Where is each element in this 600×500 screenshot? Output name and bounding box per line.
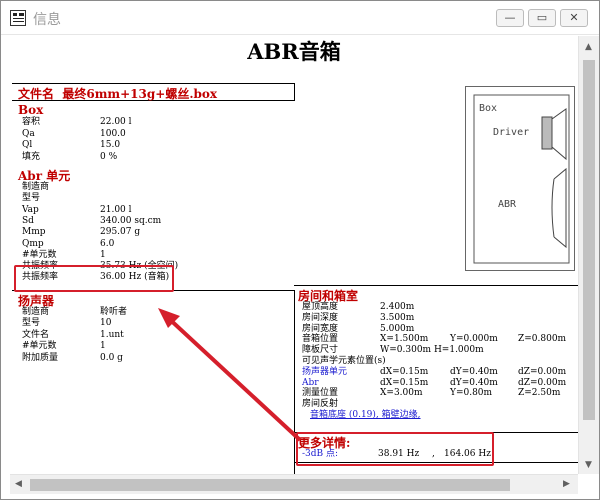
room-reflection-detail: 音箱底座 (0.19), 箱壁边缘, <box>310 410 421 420</box>
room-row-label: 房间宽度 <box>302 323 339 334</box>
cabinet-diagram: Box Driver ABR <box>465 86 575 271</box>
title-bar[interactable]: 信息 — ▭ ✕ <box>1 1 599 35</box>
abr-label: Mmp <box>22 227 46 238</box>
abr-value: 1 <box>100 249 106 260</box>
app-icon <box>10 10 26 26</box>
box-label: 容积 <box>22 117 41 127</box>
vertical-scrollbar[interactable]: ▲ ▼ <box>578 36 599 474</box>
document-canvas: ABR音箱 文件名 最终6mm+13g+螺丝.box Box 容积 22.00 l… <box>10 36 578 474</box>
room-row-label: 音箱位置 <box>302 334 339 345</box>
room-row-label: 屋顶高度 <box>302 302 339 312</box>
diagram-abr-label: ABR <box>498 199 517 210</box>
room-row-c1: W=0.300m H=1.000m <box>380 345 484 356</box>
info-window: 信息 — ▭ ✕ ABR音箱 文件名 最终6mm+13g+螺丝.box Box … <box>0 0 600 500</box>
visible-elements-label: 可见声学元素位置(s) <box>302 356 386 366</box>
box-label: Qa <box>22 128 35 139</box>
room-row-c1: X=1.500m <box>380 334 429 345</box>
speaker-label: 制造商 <box>22 307 50 317</box>
speaker-value: 聆听者 <box>100 307 128 317</box>
details-highlight-box <box>296 432 494 466</box>
diagram-driver-label: Driver <box>493 127 530 138</box>
abr-value: 6.0 <box>100 238 115 249</box>
abr-label: Sd <box>22 215 34 226</box>
scroll-left-icon[interactable]: ◀ <box>15 479 22 489</box>
rule-room <box>294 285 578 286</box>
abr-label: #单元数 <box>22 249 57 260</box>
window-title: 信息 <box>33 12 61 28</box>
abr-label: Qmp <box>22 238 44 249</box>
diagram-box-label: Box <box>479 103 498 114</box>
room-row-c1: 2.400m <box>380 302 415 312</box>
box-label: Ql <box>22 140 33 151</box>
element-row-c2: dY=0.40m <box>450 377 498 388</box>
room-row-c2: Y=0.000m <box>450 334 498 345</box>
speaker-label: 文件名 <box>22 329 50 340</box>
element-row-c2: dY=0.40m <box>450 366 498 377</box>
scroll-down-icon[interactable]: ▼ <box>585 460 592 470</box>
element-row-c3: dZ=0.00m <box>518 366 567 377</box>
mic-position-row-c2: Y=0.80m <box>450 388 493 399</box>
rule-file-right <box>294 83 295 101</box>
mic-position-row-label: 测量位置 <box>302 388 339 399</box>
horizontal-scroll-thumb[interactable] <box>30 479 510 491</box>
maximize-button[interactable]: ▭ <box>528 9 556 27</box>
room-row-label: 障板尺寸 <box>302 345 339 356</box>
abr-value: 21.00 l <box>100 204 132 215</box>
file-name-value: 最终6mm+13g+螺丝.box <box>62 87 218 101</box>
box-label: 填充 <box>22 151 41 162</box>
element-row-c3: dZ=0.00m <box>518 377 567 388</box>
speaker-value: 1 <box>100 341 106 352</box>
box-value: 22.00 l <box>100 117 132 127</box>
room-row-c1: 5.000m <box>380 323 415 334</box>
room-reflection-label: 房间反射 <box>302 399 339 410</box>
document-title: ABR音箱 <box>247 39 341 64</box>
box-value: 100.0 <box>100 128 126 139</box>
speaker-label: #单元数 <box>22 341 57 352</box>
element-row-c1: dX=0.15m <box>380 366 429 377</box>
room-row-c1: 3.500m <box>380 312 415 323</box>
speaker-label: 型号 <box>22 318 41 329</box>
speaker-value: 0.0 g <box>100 352 123 363</box>
abr-label: 型号 <box>22 193 41 204</box>
close-button[interactable]: ✕ <box>560 9 588 27</box>
speaker-value: 10 <box>100 318 112 329</box>
resonance-highlight-box <box>14 265 174 292</box>
abr-label: Vap <box>22 204 39 215</box>
horizontal-scrollbar[interactable]: ◀ ▶ <box>10 474 578 494</box>
room-row-label: 房间深度 <box>302 312 339 323</box>
speaker-value: 1.unt <box>100 329 124 340</box>
vertical-scroll-thumb[interactable] <box>583 60 595 420</box>
box-heading: Box <box>18 103 44 117</box>
element-row-c1: dX=0.15m <box>380 377 429 388</box>
box-value: 15.0 <box>100 140 121 151</box>
minimize-button[interactable]: — <box>496 9 524 27</box>
file-name-label: 文件名 <box>18 87 55 101</box>
scroll-up-icon[interactable]: ▲ <box>585 42 592 52</box>
box-value: 0 % <box>100 151 118 162</box>
element-row-label: 扬声器单元 <box>302 366 348 377</box>
abr-value: 340.00 sq.cm <box>100 215 162 226</box>
file-name-row: 文件名 最终6mm+13g+螺丝.box <box>18 85 217 102</box>
mic-position-row-c1: X=3.00m <box>380 388 423 399</box>
abr-label: 制造商 <box>22 182 50 192</box>
abr-value: 295.07 g <box>100 227 141 238</box>
room-row-c3: Z=0.800m <box>518 334 567 345</box>
mic-position-row-c3: Z=2.50m <box>518 388 561 399</box>
cabinet-drawing <box>473 94 570 264</box>
speaker-label: 附加质量 <box>22 352 59 363</box>
scroll-right-icon[interactable]: ▶ <box>563 479 570 489</box>
rule-top-left <box>12 83 294 84</box>
element-row-label: Abr <box>302 377 319 388</box>
rule-mid <box>294 290 295 474</box>
